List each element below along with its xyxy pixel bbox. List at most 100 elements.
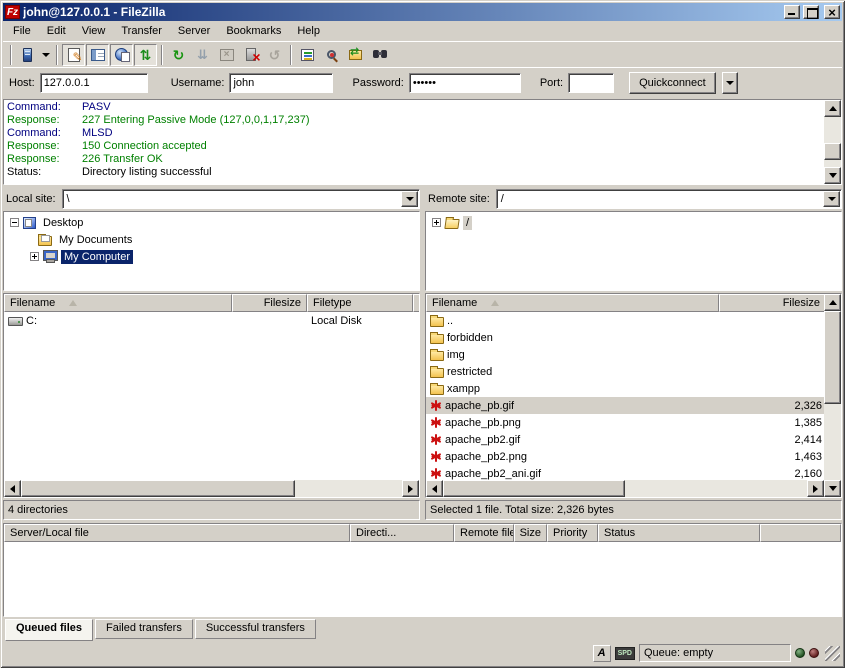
expand-icon[interactable] — [432, 218, 441, 227]
column-header-filename[interactable]: Filename — [426, 294, 719, 312]
local-horizontal-scrollbar[interactable] — [4, 480, 419, 497]
column-header-last-modified[interactable]: L — [413, 294, 419, 312]
column-header-status[interactable]: Status — [598, 524, 760, 542]
scrollbar-thumb[interactable] — [443, 480, 625, 497]
expand-icon[interactable] — [30, 252, 39, 261]
tree-item-my-computer[interactable]: My Computer — [6, 248, 419, 265]
scrollbar-thumb[interactable] — [824, 143, 841, 160]
remote-file-row-selected[interactable]: apache_pb.gif 2,326 — [426, 397, 824, 414]
column-header-filesize[interactable]: Filesize — [719, 294, 824, 312]
site-manager-dropdown-button[interactable] — [40, 44, 52, 66]
menu-view[interactable]: View — [74, 23, 114, 39]
remote-file-row[interactable]: apache_pb2_ani.gif 2,160 — [426, 465, 824, 480]
local-site-dropdown-button[interactable] — [401, 191, 418, 207]
refresh-button[interactable]: ↻ — [167, 44, 190, 66]
toggle-message-log-button[interactable] — [62, 44, 85, 66]
column-header-filetype[interactable]: Filetype — [307, 294, 413, 312]
sort-ascending-icon — [69, 300, 77, 306]
column-header-size[interactable]: Size — [514, 524, 547, 542]
message-log-scrollbar[interactable] — [824, 100, 841, 184]
scroll-up-button[interactable] — [824, 294, 841, 311]
remote-site-value: / — [497, 193, 822, 205]
remote-file-row[interactable]: xampp — [426, 380, 824, 397]
minimize-button[interactable] — [784, 5, 800, 19]
column-header-priority[interactable]: Priority — [547, 524, 598, 542]
password-input[interactable] — [409, 73, 521, 93]
scroll-left-button[interactable] — [426, 480, 443, 497]
reconnect-button[interactable]: ↺ — [263, 44, 286, 66]
menu-server[interactable]: Server — [170, 23, 218, 39]
directory-listing-filters-button[interactable] — [296, 44, 319, 66]
find-files-icon — [373, 50, 387, 59]
menu-transfer[interactable]: Transfer — [113, 23, 170, 39]
scroll-left-button[interactable] — [4, 480, 21, 497]
cancel-icon — [220, 49, 234, 61]
toggle-remote-tree-button[interactable] — [110, 44, 133, 66]
menu-file[interactable]: File — [5, 23, 39, 39]
transfer-type-indicator[interactable]: A — [593, 645, 611, 662]
quickconnect-button[interactable]: Quickconnect — [629, 72, 716, 94]
tree-item-root[interactable]: / — [428, 214, 841, 231]
toggle-transfer-queue-button[interactable]: ⇅ — [134, 44, 157, 66]
remote-file-row[interactable]: img — [426, 346, 824, 363]
column-header-filename[interactable]: Filename — [4, 294, 232, 312]
scrollbar-thumb[interactable] — [21, 480, 295, 497]
remote-file-row[interactable]: apache_pb.png 1,385 — [426, 414, 824, 431]
local-file-row[interactable]: C: Local Disk — [4, 312, 419, 329]
folder-icon — [430, 351, 444, 361]
maximize-button[interactable] — [803, 5, 819, 19]
activity-led-green — [795, 648, 805, 658]
speed-limits-indicator[interactable]: SPD — [615, 647, 635, 660]
column-header-filesize[interactable]: Filesize — [232, 294, 307, 312]
queue-body[interactable] — [4, 542, 841, 616]
remote-site-combobox[interactable]: / — [496, 189, 842, 209]
remote-file-row[interactable]: .. — [426, 312, 824, 329]
compare-directories-button[interactable] — [320, 44, 343, 66]
site-manager-button[interactable] — [16, 44, 39, 66]
tree-item-my-documents[interactable]: My Documents — [6, 231, 419, 248]
tab-queued-files[interactable]: Queued files — [5, 619, 93, 641]
process-queue-button[interactable]: ⇊ — [191, 44, 214, 66]
column-header-remote-file[interactable]: Remote file — [454, 524, 514, 542]
scroll-up-button[interactable] — [824, 100, 841, 117]
remote-file-row[interactable]: apache_pb2.png 1,463 — [426, 448, 824, 465]
synchronized-browsing-button[interactable] — [344, 44, 367, 66]
username-input[interactable] — [229, 73, 333, 93]
log-line: Command:MLSD — [4, 127, 824, 140]
cancel-operation-button[interactable] — [215, 44, 238, 66]
titlebar[interactable]: Fz john@127.0.0.1 - FileZilla — [3, 3, 842, 21]
column-header-server-local-file[interactable]: Server/Local file — [4, 524, 350, 542]
image-file-icon — [430, 433, 442, 446]
remote-file-row[interactable]: restricted — [426, 363, 824, 380]
menu-help[interactable]: Help — [289, 23, 328, 39]
disconnect-button[interactable] — [239, 44, 262, 66]
log-line: Response:226 Transfer OK — [4, 153, 824, 166]
find-files-button[interactable] — [368, 44, 391, 66]
scroll-right-button[interactable] — [402, 480, 419, 497]
tab-failed-transfers[interactable]: Failed transfers — [95, 619, 193, 639]
remote-horizontal-scrollbar[interactable] — [426, 480, 824, 497]
port-input[interactable] — [568, 73, 614, 93]
local-site-combobox[interactable]: \ — [62, 189, 420, 209]
tree-item-desktop[interactable]: Desktop — [6, 214, 419, 231]
toggle-local-tree-button[interactable] — [86, 44, 109, 66]
remote-site-dropdown-button[interactable] — [823, 191, 840, 207]
scroll-down-button[interactable] — [824, 480, 841, 497]
close-button[interactable] — [824, 5, 840, 19]
remote-vertical-scrollbar[interactable] — [824, 294, 841, 497]
host-input[interactable] — [40, 73, 148, 93]
resize-grip[interactable] — [825, 646, 840, 661]
scrollbar-thumb[interactable] — [824, 311, 841, 404]
column-header-direction[interactable]: Directi... — [350, 524, 454, 542]
collapse-icon[interactable] — [10, 218, 19, 227]
menu-edit[interactable]: Edit — [39, 23, 74, 39]
scroll-down-button[interactable] — [824, 167, 841, 184]
message-log: Command:PASV Response:227 Entering Passi… — [3, 99, 842, 185]
scroll-right-button[interactable] — [807, 480, 824, 497]
quickconnect-dropdown-button[interactable] — [722, 72, 738, 94]
arrow-down-icon — [829, 486, 837, 491]
menu-bookmarks[interactable]: Bookmarks — [218, 23, 289, 39]
remote-file-row[interactable]: forbidden — [426, 329, 824, 346]
remote-file-row[interactable]: apache_pb2.gif 2,414 — [426, 431, 824, 448]
tab-successful-transfers[interactable]: Successful transfers — [195, 619, 316, 639]
